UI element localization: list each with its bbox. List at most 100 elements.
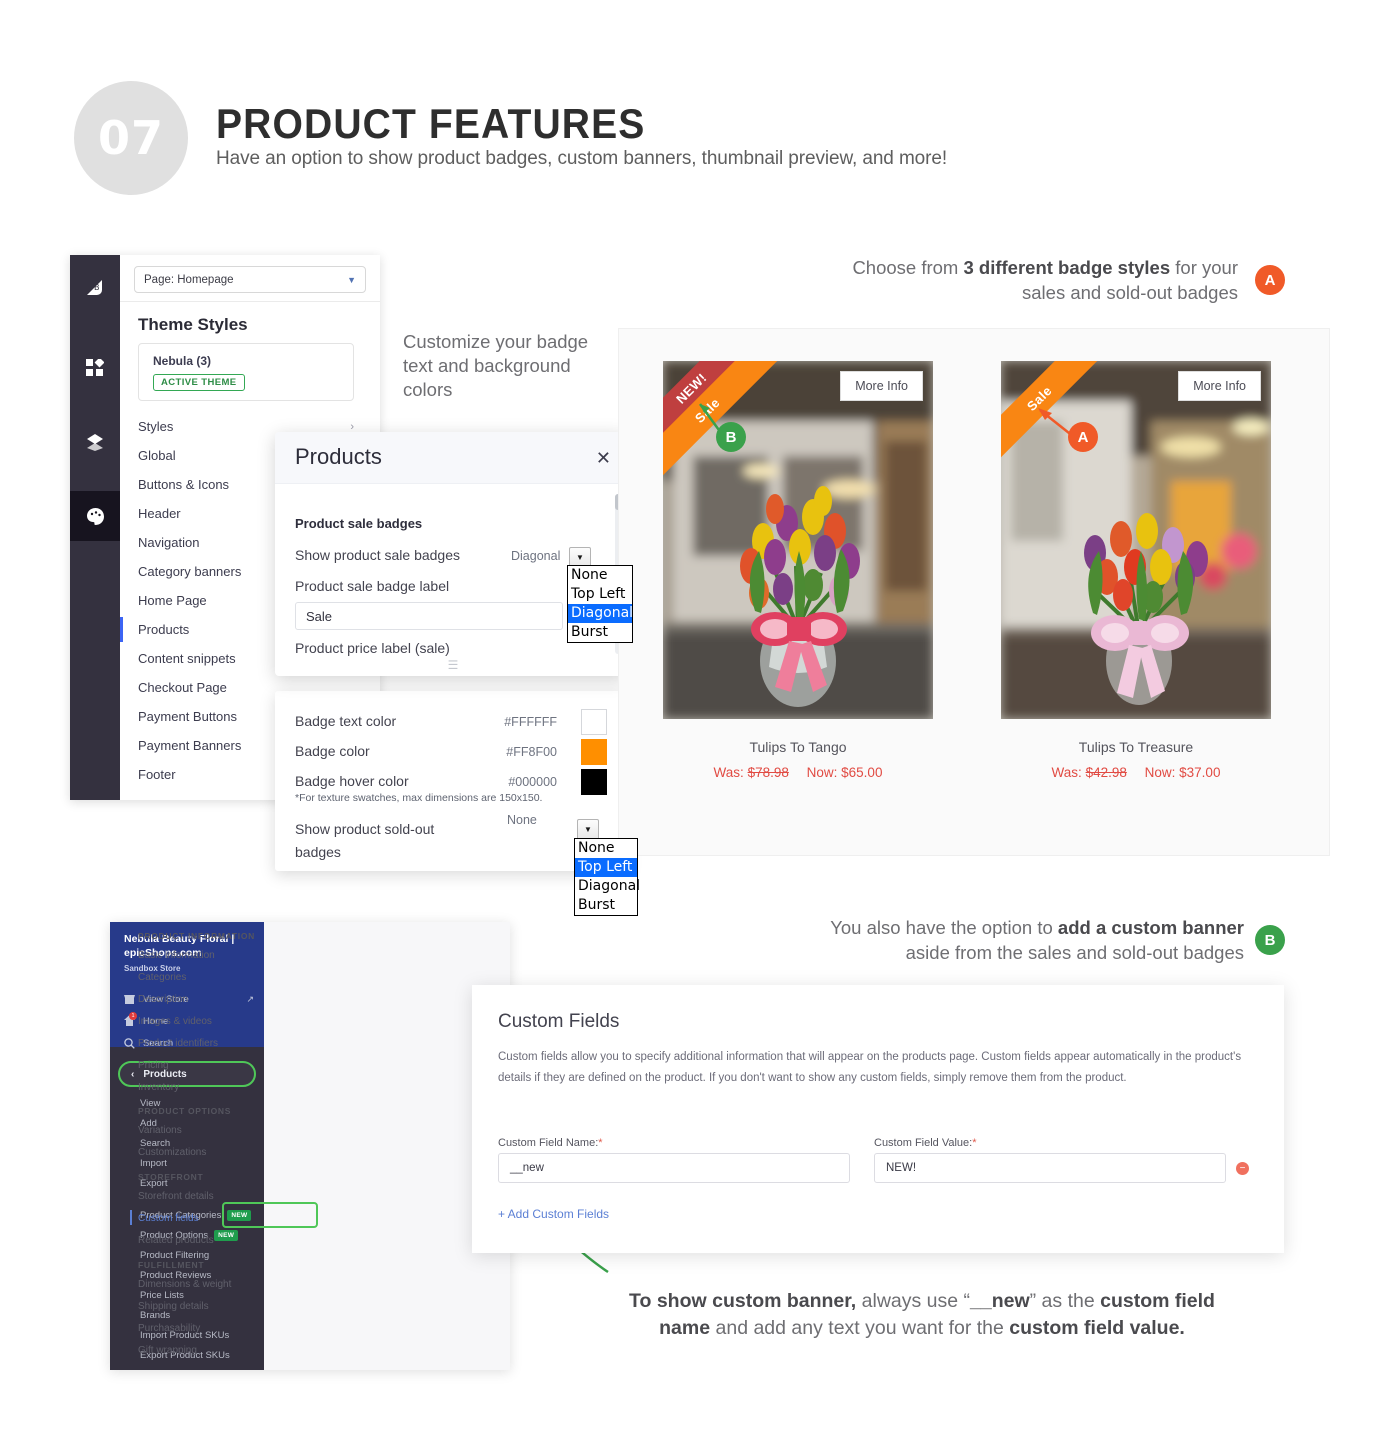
now-amount: $37.00	[1179, 765, 1221, 780]
sale-badge-options-list[interactable]: None Top Left Diagonal Burst	[567, 565, 633, 643]
product-name[interactable]: Tulips To Treasure	[1001, 739, 1271, 755]
was-price: Was: $78.98	[714, 765, 793, 780]
more-info-button[interactable]: More Info	[840, 371, 923, 401]
page-subtitle: Have an option to show product badges, c…	[216, 148, 948, 169]
nav-related-products[interactable]: Related products	[138, 1235, 214, 1246]
now-price: Now: $37.00	[1145, 765, 1221, 780]
bottom-l2-b1: name	[659, 1317, 711, 1339]
bottom-b1: To show custom banner,	[629, 1290, 857, 1312]
option-diagonal[interactable]: Diagonal	[575, 877, 640, 896]
nav-description[interactable]: Description	[138, 994, 188, 1005]
option-top-left[interactable]: Top Left	[568, 585, 632, 604]
show-sale-badges-label: Show product sale badges	[295, 547, 460, 563]
soldout-select-button[interactable]: ▼	[577, 819, 599, 840]
nav-customizations[interactable]: Customizations	[138, 1147, 206, 1158]
callout-a-line2: sales and sold-out badges	[1022, 282, 1238, 303]
nav-product-identifiers[interactable]: Product identifiers	[138, 1038, 218, 1049]
bottom-n1: always use “	[856, 1290, 971, 1312]
option-burst[interactable]: Burst	[575, 896, 637, 915]
sidebar-item-label: Styles	[138, 419, 174, 434]
marker-letter: A	[1077, 428, 1089, 446]
sidebar-item-label: Content snippets	[138, 651, 236, 666]
option-top-left[interactable]: Top Left	[575, 858, 637, 877]
callout-bottom-text: To show custom banner, always use “__new…	[598, 1288, 1246, 1342]
now-amount: $65.00	[841, 765, 883, 780]
sidebar-subitem-price-lists[interactable]: Price Lists	[140, 1290, 184, 1301]
badge-text-color-swatch[interactable]	[581, 709, 607, 735]
bigcommerce-logo-icon[interactable]: B	[70, 263, 120, 313]
badge-letter-a: A	[1264, 271, 1276, 289]
nav-shipping-details[interactable]: Shipping details	[138, 1301, 209, 1312]
nav-purchasability[interactable]: Purchasability	[138, 1323, 200, 1334]
option-burst[interactable]: Burst	[568, 623, 632, 642]
custom-field-value-input[interactable]: NEW!	[874, 1153, 1226, 1183]
callout-marker-a: A	[1068, 422, 1098, 452]
nav-categories[interactable]: Categories	[138, 972, 186, 983]
new-badge: NEW	[214, 1230, 239, 1241]
texture-swatch-note: *For texture swatches, max dimensions ar…	[295, 792, 543, 804]
nav-images-videos[interactable]: Images & videos	[138, 1016, 212, 1027]
product-name[interactable]: Tulips To Tango	[663, 739, 933, 755]
resize-grip-icon[interactable]: ☰	[443, 658, 463, 672]
divider	[120, 301, 380, 302]
nav-gift-wrapping[interactable]: Gift wrapping	[138, 1345, 197, 1356]
apps-grid-icon[interactable]	[70, 343, 120, 393]
sale-badge-label-input[interactable]: Sale	[295, 602, 563, 630]
badge-color-hex: #FF8F00	[506, 745, 557, 759]
more-info-button[interactable]: More Info	[1178, 371, 1261, 401]
custom-field-value-value: NEW!	[886, 1162, 917, 1174]
product-card[interactable]: Sale More Info Tulips To Treasure Was: $…	[1001, 361, 1271, 780]
custom-fields-title: Custom Fields	[498, 1011, 620, 1032]
add-custom-fields-link[interactable]: + Add Custom Fields	[498, 1207, 609, 1221]
sidebar-item-label: Checkout Page	[138, 680, 227, 695]
show-sale-badges-value: Diagonal	[511, 549, 561, 563]
nav-dimensions-weight[interactable]: Dimensions & weight	[138, 1279, 231, 1290]
product-image[interactable]: NEW! Sale More Info	[663, 361, 933, 719]
was-price: Was: $42.98	[1052, 765, 1131, 780]
page-title: PRODUCT FEATURES	[216, 100, 646, 147]
nav-custom-fields[interactable]: Custom fields	[138, 1213, 199, 1224]
badge-color-swatch[interactable]	[581, 739, 607, 765]
sidebar-item-label: Products	[138, 622, 190, 637]
group-heading-product-options: PRODUCT OPTIONS	[138, 1106, 232, 1116]
custom-field-name-input[interactable]: __new	[498, 1153, 850, 1183]
sidebar-subitem-import[interactable]: Import	[140, 1158, 167, 1169]
search-icon	[124, 1038, 135, 1049]
option-none[interactable]: None	[568, 566, 632, 585]
modal-title: Products	[295, 444, 382, 469]
nav-pricing[interactable]: Pricing	[138, 1060, 169, 1071]
was-amount: $42.98	[1085, 765, 1127, 780]
subitem-label: Import	[140, 1158, 167, 1169]
option-diagonal[interactable]: Diagonal	[568, 604, 633, 623]
now-price: Now: $65.00	[807, 765, 883, 780]
bigcommerce-admin-panel: Nebula Beauty Floral | epicShops.com San…	[110, 922, 510, 1370]
bottom-n2: ” as the	[1029, 1290, 1101, 1312]
sidebar-item-label: Global	[138, 448, 176, 463]
nav-storefront-details[interactable]: Storefront details	[138, 1191, 214, 1202]
product-image[interactable]: Sale More Info	[1001, 361, 1271, 719]
page-header: 07 PRODUCT FEATURES Have an option to sh…	[0, 0, 1400, 220]
badge-color-label: Badge color	[295, 743, 370, 759]
minus-icon: −	[1239, 1162, 1246, 1174]
active-theme-card[interactable]: Nebula (3) ACTIVE THEME	[138, 343, 354, 401]
sidebar-item-label: Navigation	[138, 535, 200, 550]
soldout-options-list[interactable]: None Top Left Diagonal Burst	[574, 838, 640, 916]
sale-badge-label-value: Sale	[306, 608, 333, 624]
nav-basic-information[interactable]: Basic information	[138, 950, 215, 961]
theme-palette-icon[interactable]	[70, 491, 120, 541]
page-select-value: Page: Homepage	[144, 273, 234, 286]
page-select-dropdown[interactable]: Page: Homepage ▼	[134, 266, 366, 293]
layers-icon[interactable]	[70, 417, 120, 467]
callout-a-line1-bold: 3 different badge styles	[963, 257, 1171, 278]
callout-a-text: Choose from 3 different badge styles for…	[768, 255, 1238, 305]
remove-custom-field-button[interactable]: −	[1236, 1162, 1249, 1175]
close-icon[interactable]: ✕	[596, 448, 611, 469]
callout-a-line1-post: for your	[1170, 257, 1238, 278]
nav-inventory[interactable]: Inventory	[138, 1082, 179, 1093]
badge-hover-color-swatch[interactable]	[581, 769, 607, 795]
nav-variations[interactable]: Variations	[138, 1125, 182, 1136]
required-asterisk: *	[598, 1137, 603, 1149]
option-none[interactable]: None	[575, 839, 637, 858]
sidebar-item-label: Buttons & Icons	[138, 477, 230, 492]
product-card[interactable]: NEW! Sale More Info Tulips To Tango Was:…	[663, 361, 933, 780]
